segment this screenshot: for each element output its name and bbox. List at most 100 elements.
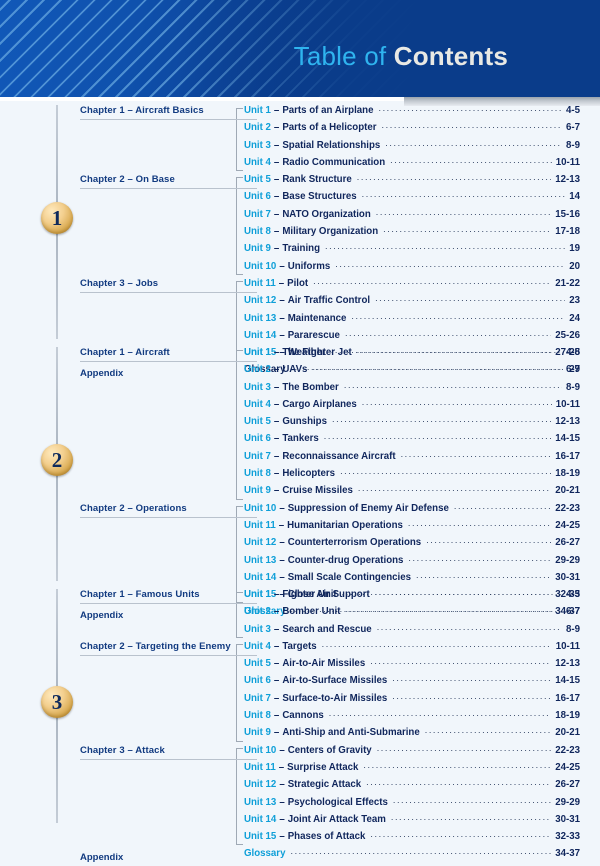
unit-entry[interactable]: Unit 8– Cannons..........................… <box>244 709 580 727</box>
chapter-item[interactable]: Chapter 2 – Targeting the Enemy <box>80 641 240 656</box>
dot-leader: ........................................… <box>332 415 551 425</box>
unit-entry[interactable]: Unit 5– Air-to-Air Missiles..............… <box>244 657 580 675</box>
dot-leader: ........................................… <box>323 432 552 442</box>
unit-entry[interactable]: Unit 6– Tankers..........................… <box>244 432 580 450</box>
page-number: 34-37 <box>555 848 580 860</box>
dot-leader: ........................................… <box>385 138 562 148</box>
dot-leader: ........................................… <box>325 242 565 252</box>
chapter-item[interactable]: Chapter 1 – Aircraft <box>80 347 240 362</box>
entry-title: Phases of Attack <box>287 831 366 843</box>
dot-leader: ........................................… <box>424 726 551 736</box>
unit-entry[interactable]: Unit 3– The Bomber.......................… <box>244 381 580 399</box>
unit-entry[interactable]: Unit 7– Surface-to-Air Missiles..........… <box>244 692 580 710</box>
unit-entry[interactable]: Unit 11– Surprise Attack.................… <box>244 761 580 779</box>
chapter-label: Chapter 3 – Attack <box>80 744 165 756</box>
unit-number: Unit 7 <box>244 208 271 220</box>
unit-entry[interactable]: Unit 1– Fighter Unit.....................… <box>244 588 580 606</box>
unit-entry[interactable]: Unit 10– Suppression of Enemy Air Defense… <box>244 501 580 520</box>
unit-entry[interactable]: Unit 11– Pilot...........................… <box>244 277 580 295</box>
unit-dash: – <box>273 623 280 635</box>
dot-leader: ........................................… <box>361 190 566 200</box>
page-number: 8-9 <box>565 139 580 151</box>
page-title: Table of Contents <box>294 41 508 72</box>
page-number: 14 <box>569 191 580 203</box>
unit-entry[interactable]: Unit 8– Helicopters......................… <box>244 467 580 485</box>
chapter-item[interactable]: Chapter 2 – Operations <box>80 503 240 518</box>
entry-title: Radio Communication <box>282 156 386 168</box>
contents-sheet: 1 Unit 1– Parts of an Airplane............… <box>0 97 600 863</box>
dot-leader: ........................................… <box>370 830 552 840</box>
unit-entry[interactable]: Unit 12– Air Traffic Control.............… <box>244 294 580 312</box>
entry-title: Targets <box>282 640 317 652</box>
unit-number: Unit 10 <box>244 744 277 756</box>
unit-number: Unit 12 <box>244 295 277 307</box>
unit-entry[interactable]: Unit 13– Counter-drug Operations.........… <box>244 554 580 572</box>
unit-entry[interactable]: Unit 4– Targets..........................… <box>244 639 580 658</box>
unit-dash: – <box>273 658 280 670</box>
chapter-item[interactable]: Chapter 1 – Famous Units <box>80 589 240 604</box>
unit-entry[interactable]: Unit 1– Parts of an Airplane.............… <box>244 104 580 122</box>
unit-entry[interactable]: Unit 15– Phases of Attack................… <box>244 830 580 848</box>
unit-dash: – <box>273 640 280 652</box>
unit-entry[interactable]: Unit 10– Centers of Gravity..............… <box>244 744 580 762</box>
chapter-item[interactable]: Chapter 3 – Jobs <box>80 278 240 293</box>
entry-title: The Fighter Jet <box>282 347 352 358</box>
unit-entry[interactable]: Unit 5– Gunships.........................… <box>244 415 580 433</box>
dot-leader: ........................................… <box>335 259 565 269</box>
unit-entry[interactable]: Unit 11– Humanitarian Operations.........… <box>244 519 580 537</box>
unit-entry[interactable]: Unit 9– Training.........................… <box>244 242 580 260</box>
section-number-badge: 3 <box>41 686 73 718</box>
unit-dash: – <box>279 744 285 756</box>
unit-entry[interactable]: Unit 2– UAVs.............................… <box>244 363 580 381</box>
entry-title: Fighter Unit <box>282 589 337 600</box>
dot-leader: ........................................… <box>370 657 552 667</box>
page-number: 19 <box>569 243 580 255</box>
chapter-underline <box>80 292 240 293</box>
dot-leader: ........................................… <box>453 501 551 511</box>
page-number: 4-5 <box>565 347 580 358</box>
unit-entry[interactable]: Unit 7– NATO Organization................… <box>244 208 580 226</box>
unit-entry[interactable]: Unit 7– Reconnaissance Aircraft..........… <box>244 450 580 468</box>
unit-entry[interactable]: Unit 1– The Fighter Jet..................… <box>244 346 580 364</box>
unit-dash: – <box>278 519 285 531</box>
unit-entry[interactable]: Unit 3– Search and Rescue................… <box>244 623 580 641</box>
unit-entry[interactable]: Unit 2– Parts of a Helicopter............… <box>244 121 580 139</box>
unit-entry[interactable]: Unit 6– Air-to-Surface Missiles..........… <box>244 674 580 692</box>
unit-entry[interactable]: Unit 9– Cruise Missiles..................… <box>244 484 580 502</box>
dot-leader: ........................................… <box>321 639 552 649</box>
unit-entry[interactable]: Unit 12– Strategic Attack................… <box>244 778 580 796</box>
unit-entry[interactable]: Unit 12– Counterterrorism Operations.....… <box>244 536 580 554</box>
unit-entry[interactable]: Unit 5– Rank Structure...................… <box>244 173 580 191</box>
entry-title: The Bomber <box>282 381 339 393</box>
unit-entry[interactable]: Unit 3– Spatial Relationships............… <box>244 138 580 157</box>
appendix-label[interactable]: Appendix <box>80 852 123 863</box>
page-number: 29-29 <box>555 554 580 566</box>
entry-title: Parts of a Helicopter <box>282 122 377 134</box>
unit-dash: – <box>279 571 285 583</box>
unit-entry[interactable]: Unit 10– Uniforms........................… <box>244 259 580 278</box>
unit-dash: – <box>273 416 280 428</box>
unit-entry[interactable]: Unit 13– Maintenance.....................… <box>244 312 580 330</box>
unit-entry[interactable]: Unit 2– Bomber Unit......................… <box>244 605 580 623</box>
unit-number: Unit 6 <box>244 675 271 687</box>
chapter-item[interactable]: Chapter 1 – Aircraft Basics <box>80 105 240 120</box>
chapter-item[interactable]: Chapter 2 – On Base <box>80 174 240 190</box>
unit-dash: – <box>273 675 280 687</box>
unit-entry[interactable]: Unit 4– Cargo Airplanes..................… <box>244 398 580 416</box>
glossary-entry[interactable]: Glossary................................… <box>244 847 580 865</box>
chapter-label: Chapter 1 – Aircraft Basics <box>80 105 204 116</box>
unit-entry[interactable]: Unit 14– Joint Air Attack Team...........… <box>244 813 580 831</box>
unit-entry[interactable]: Unit 9– Anti-Ship and Anti-Submarine.....… <box>244 726 580 744</box>
unit-number: Unit 11 <box>244 277 276 289</box>
unit-entry[interactable]: Unit 6– Base Structures..................… <box>244 190 580 208</box>
unit-entry[interactable]: Unit 4– Radio Communication..............… <box>244 156 580 174</box>
unit-entry-list: Unit 1– The Fighter Jet..................… <box>244 346 580 624</box>
unit-number: Unit 3 <box>244 623 271 635</box>
unit-entry[interactable]: Unit 8– Military Organization............… <box>244 225 580 243</box>
unit-dash: – <box>278 761 285 773</box>
unit-entry[interactable]: Unit 13– Psychological Effects...........… <box>244 796 580 814</box>
dot-leader: ........................................… <box>344 328 551 338</box>
unit-dash: – <box>273 727 280 739</box>
unit-number: Unit 7 <box>244 692 271 704</box>
chapter-item[interactable]: Chapter 3 – Attack <box>80 745 240 760</box>
